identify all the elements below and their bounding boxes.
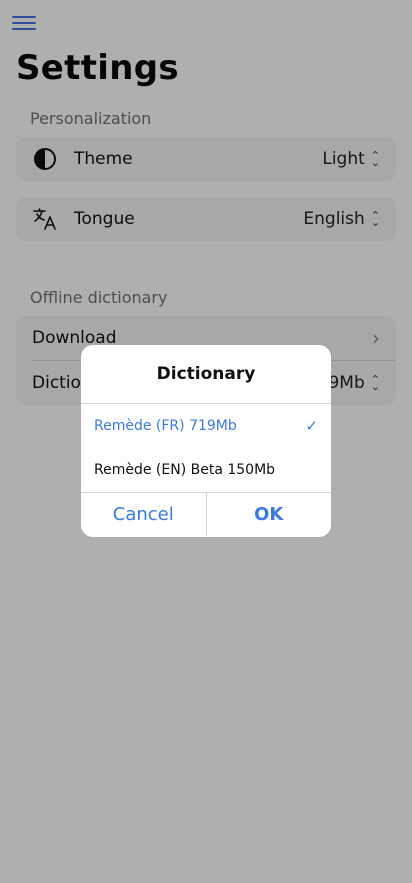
- cancel-button[interactable]: Cancel: [81, 493, 206, 536]
- dialog-actions: Cancel OK: [81, 492, 331, 536]
- dialog-option-fr[interactable]: Remède (FR) 719Mb ✓: [81, 404, 331, 448]
- dialog-option-en[interactable]: Remède (EN) Beta 150Mb: [81, 448, 331, 492]
- checkmark-icon: ✓: [305, 417, 318, 435]
- option-label: Remède (EN) Beta 150Mb: [94, 462, 276, 478]
- dictionary-dialog: Dictionary Remède (FR) 719Mb ✓ Remède (E…: [81, 345, 331, 537]
- ok-button[interactable]: OK: [205, 493, 332, 536]
- dialog-title: Dictionary: [81, 345, 331, 404]
- option-label: Remède (FR) 719Mb: [94, 418, 237, 434]
